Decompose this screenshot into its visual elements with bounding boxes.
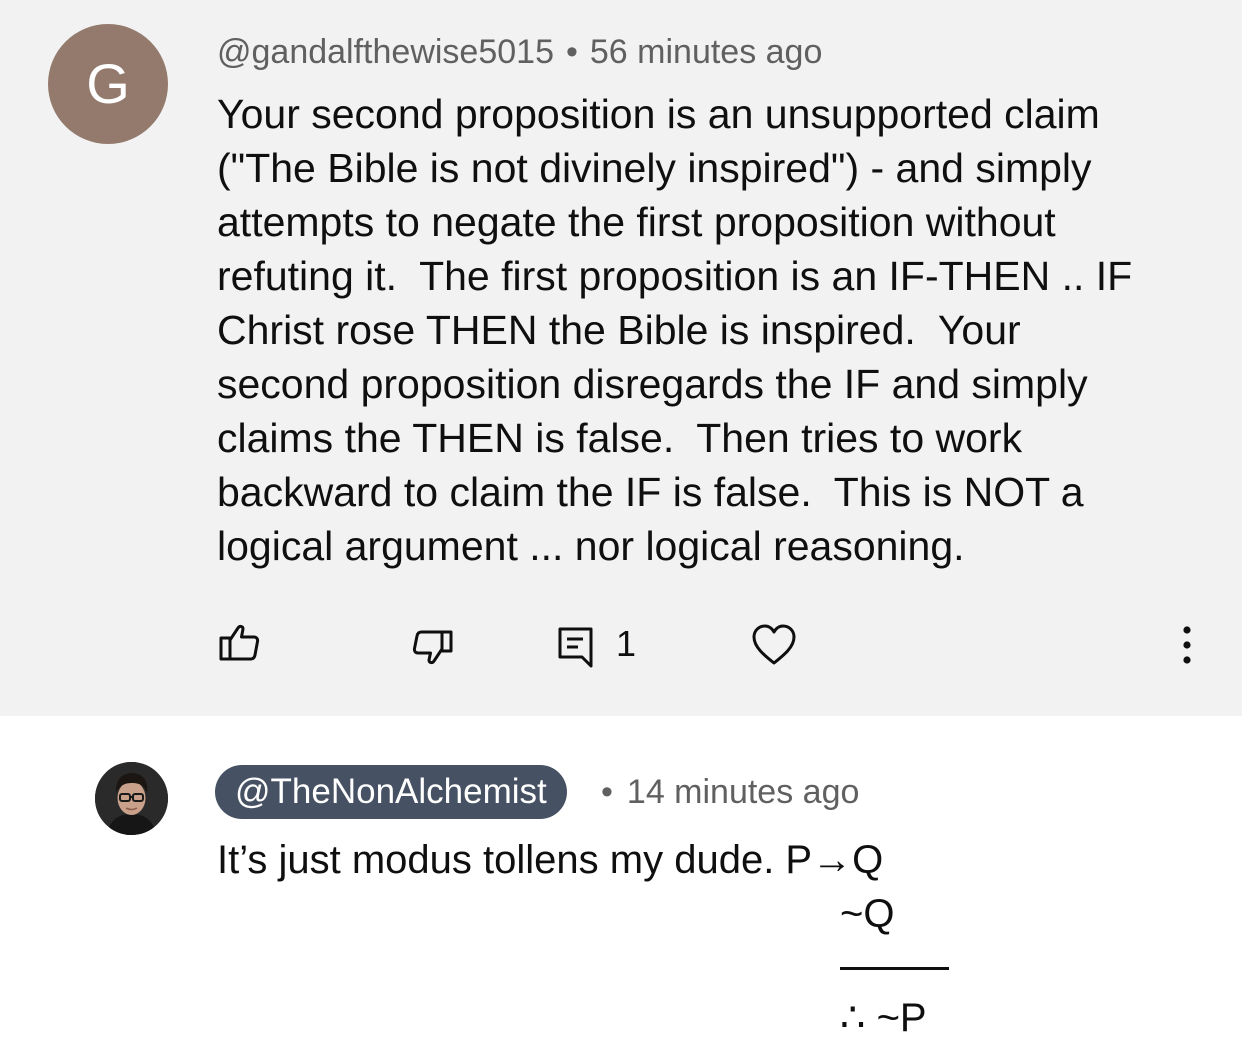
comment-body: Your second proposition is an unsupporte…: [217, 87, 1217, 573]
more-options-button[interactable]: [1172, 624, 1202, 666]
comment-line: refuting it. The first proposition is an…: [217, 253, 1133, 299]
reply-timestamp[interactable]: 14 minutes ago: [627, 773, 860, 811]
logic-conclusion: ∴ ~P: [840, 996, 927, 1040]
reply-body: It’s just modus tollens my dude. P→Q: [217, 838, 884, 882]
comment-author[interactable]: @gandalfthewise5015: [217, 33, 554, 71]
reply-comment: @TheNonAlchemist • 14 minutes ago It’s ju…: [0, 716, 1242, 1058]
reply-author-badge[interactable]: @TheNonAlchemist: [215, 765, 567, 819]
thumbs-down-icon: [412, 630, 453, 665]
comment-line: second proposition disregards the IF and…: [217, 361, 1088, 407]
avatar[interactable]: [95, 762, 168, 835]
comment-timestamp[interactable]: 56 minutes ago: [590, 33, 823, 71]
main-comment: G @gandalfthewise5015 • 56 minutes ago You…: [0, 0, 1242, 716]
heart-button[interactable]: [751, 623, 797, 667]
comment-line: claims the THEN is false. Then tries to …: [217, 415, 1023, 461]
comment-line: attempts to negate the first proposition…: [217, 199, 1056, 245]
comment-line: logical argument ... nor logical reasoni…: [217, 523, 965, 569]
reply-count[interactable]: 1: [616, 622, 636, 666]
logic-divider: [840, 967, 949, 970]
avatar[interactable]: G: [48, 24, 168, 144]
meta-separator: •: [565, 33, 578, 71]
comment-icon: [558, 627, 593, 668]
reply-meta: • 14 minutes ago: [601, 768, 859, 816]
comment-line: backward to claim the IF is false. This …: [217, 469, 1084, 515]
comment-line: Your second proposition is an unsupporte…: [217, 91, 1100, 137]
heart-icon: [752, 624, 796, 665]
thumbs-up-icon: [219, 624, 260, 661]
more-vertical-icon: [1183, 626, 1191, 664]
comment-line: Christ rose THEN the Bible is inspired. …: [217, 307, 1021, 353]
person-icon: [95, 762, 168, 835]
dislike-button[interactable]: [411, 627, 455, 671]
meta-separator: •: [601, 773, 613, 811]
reply-button[interactable]: [556, 625, 596, 669]
logic-premise: ~Q: [840, 892, 895, 936]
comment-line: ("The Bible is not divinely inspired") -…: [217, 145, 1092, 191]
like-button[interactable]: [217, 620, 261, 664]
comment-meta: @gandalfthewise5015 • 56 minutes ago: [217, 28, 822, 76]
